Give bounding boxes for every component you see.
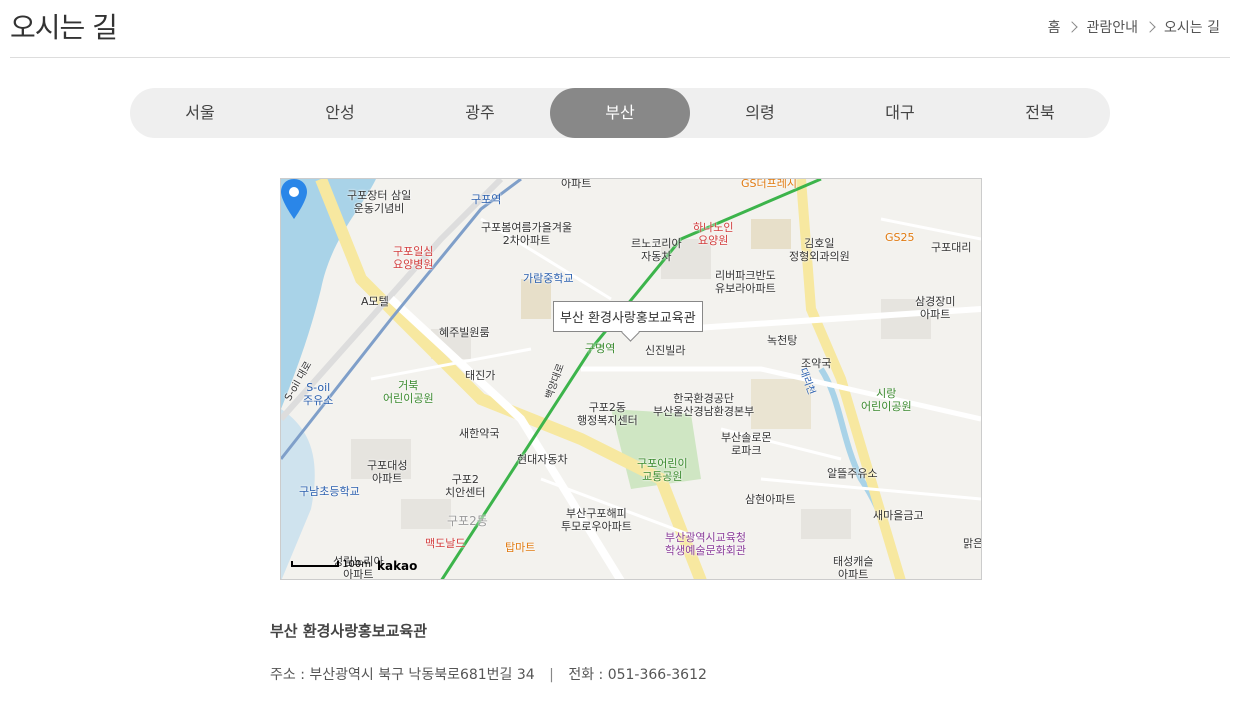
- divider: |: [549, 667, 554, 683]
- map-label: 한국환경공단 부산울산경남환경본부: [653, 392, 755, 418]
- map-label: 탑마트: [505, 541, 536, 554]
- kakao-logo: kakao: [377, 559, 418, 573]
- map-label: 거북 어린이공원: [383, 379, 434, 405]
- map-label: 맑은: [963, 537, 982, 550]
- map-label: 구명역: [585, 342, 616, 355]
- map-label: 삼경장미 아파트: [915, 295, 956, 321]
- map-label: 구포2동: [447, 514, 488, 528]
- map-label: 르노코리아 자동차: [631, 237, 682, 263]
- breadcrumb-visit-guide[interactable]: 관람안내: [1086, 17, 1138, 37]
- map-label: 리버파크반도 유보라아파트: [715, 269, 776, 295]
- map-label: 구포대리: [931, 241, 972, 254]
- map-label: S-oil 주유소: [303, 381, 334, 407]
- map-label: 구포일심 요양병원: [393, 245, 434, 271]
- breadcrumb-home[interactable]: 홈: [1048, 17, 1061, 37]
- map-label: A모텔: [361, 295, 389, 308]
- breadcrumb-directions[interactable]: 오시는 길: [1164, 17, 1220, 37]
- map-label: 아파트: [561, 178, 592, 190]
- map-scale: 100m: [291, 559, 371, 570]
- map-label: 새마을금고: [873, 509, 924, 522]
- map-label: 가람중학교: [523, 272, 574, 285]
- tab-daegu[interactable]: 대구: [830, 88, 970, 138]
- map-label: GS25: [885, 231, 915, 244]
- map-label: 구포대성 아파트: [367, 459, 408, 485]
- tab-busan[interactable]: 부산: [550, 88, 690, 138]
- chevron-right-icon: [1066, 21, 1079, 33]
- place-name: 부산 환경사랑홍보교육관: [270, 622, 428, 640]
- map-label: 신진빌라: [645, 344, 686, 357]
- map-label: 삼현아파트: [745, 493, 796, 506]
- place-info: 주소 : 부산광역시 북구 낙동북로681번길 34 | 전화 : 051-36…: [270, 664, 707, 684]
- tab-anseong[interactable]: 안성: [270, 88, 410, 138]
- map-label: 맥도날드: [425, 537, 466, 550]
- map-label: 구포봄여름가을겨울 2차아파트: [481, 221, 573, 247]
- place-phone: 전화 : 051-366-3612: [568, 667, 707, 683]
- map-label: 구남초등학교: [299, 485, 360, 498]
- map-label: 알뜰주유소: [827, 467, 878, 480]
- page-header: 오시는 길 홈 관람안내 오시는 길: [10, 0, 1230, 58]
- breadcrumb: 홈 관람안내 오시는 길: [1048, 17, 1220, 37]
- place-address: 주소 : 부산광역시 북구 낙동북로681번길 34: [270, 667, 535, 683]
- map-label: 현대자동차: [517, 453, 568, 466]
- scale-bar-icon: [291, 561, 339, 567]
- map-label: 구포어린이 교통공원: [637, 457, 688, 483]
- map-label: 부산구포해피 투모로우아파트: [561, 507, 632, 533]
- map-label: 구포2동 행정복지센터: [577, 401, 638, 427]
- page-title: 오시는 길: [10, 11, 118, 44]
- chevron-right-icon: [1144, 21, 1156, 33]
- tab-seoul[interactable]: 서울: [130, 88, 270, 138]
- map-label: 시랑 어린이공원: [861, 387, 912, 413]
- map-label: 구포2 치안센터: [445, 473, 486, 499]
- map-label: 하나노인 요양원: [693, 221, 734, 247]
- map-label: 부산솔로몬 로파크: [721, 431, 772, 457]
- scale-label: 100m: [342, 559, 372, 570]
- map-label: 부산광역시교육청 학생예술문화회관: [665, 531, 746, 557]
- map-label: GS더프레시: [741, 178, 797, 190]
- tab-uiryeong[interactable]: 의령: [690, 88, 830, 138]
- map-label: 태진가: [465, 369, 496, 382]
- location-tabs: 서울 안성 광주 부산 의령 대구 전북: [130, 88, 1110, 138]
- location-marker-icon[interactable]: [281, 179, 307, 219]
- tab-gwangju[interactable]: 광주: [410, 88, 550, 138]
- map-label: 혜주빌원룸: [439, 326, 490, 339]
- tab-jeonbuk[interactable]: 전북: [970, 88, 1110, 138]
- map-label: 새한약국: [459, 427, 500, 440]
- map-label: 태성캐슬 아파트: [833, 555, 874, 580]
- map-label: 구포역: [471, 193, 502, 206]
- map-label: 구포장터 삼일 운동기념비: [347, 189, 412, 215]
- map-label: 김호일 정형외과의원: [789, 237, 850, 263]
- map-view[interactable]: 구포장터 삼일 운동기념비 구포역 아파트 GS더프레시 구포일심 요양병원 구포봄…: [280, 178, 982, 580]
- map-label: 녹천탕: [767, 334, 798, 347]
- map-info-window: 부산 환경사랑홍보교육관: [553, 301, 703, 332]
